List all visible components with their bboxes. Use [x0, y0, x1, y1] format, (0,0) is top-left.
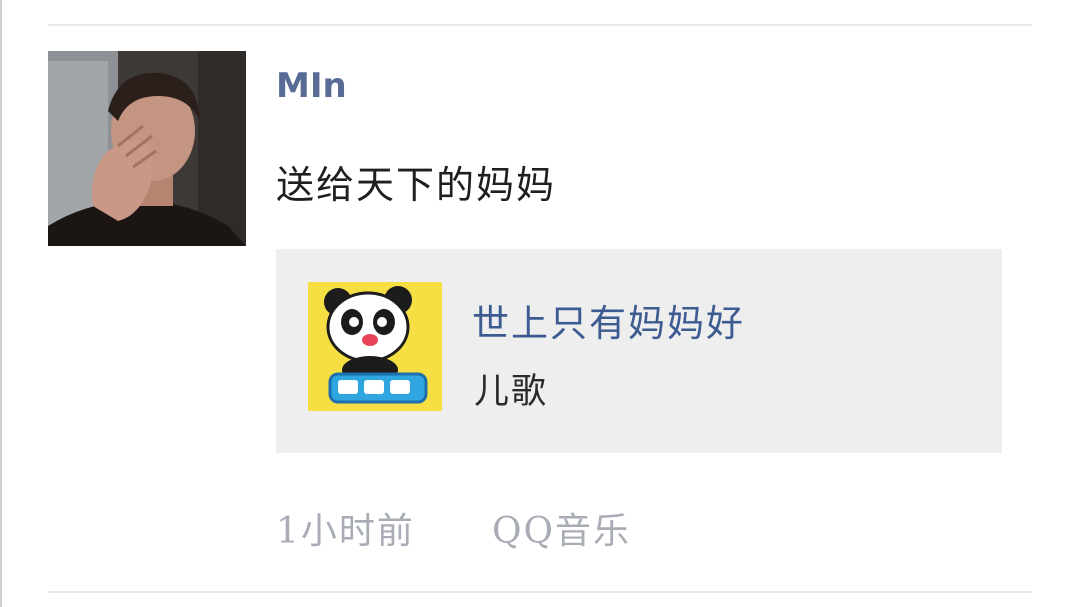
avatar[interactable] — [48, 51, 246, 246]
post-time: 1小时前 — [276, 511, 415, 552]
song-artist: 儿歌 — [474, 372, 549, 412]
top-divider — [48, 24, 1032, 26]
left-edge-border — [0, 0, 2, 607]
music-share-card[interactable]: 世上只有妈妈好 儿歌 — [276, 249, 1002, 453]
post-text: 送给天下的妈妈 — [276, 163, 557, 207]
avatar-photo — [48, 51, 246, 246]
post-author-name[interactable]: MIn — [276, 66, 347, 106]
song-title[interactable]: 世上只有妈妈好 — [472, 293, 745, 347]
album-cover — [308, 282, 442, 411]
panda-cover-icon — [308, 282, 442, 411]
post-source-link[interactable]: QQ音乐 — [492, 502, 631, 554]
bottom-divider — [48, 591, 1032, 593]
moments-post: MIn 送给天下的妈妈 世上只有妈妈好 儿歌 1小时前 QQ音乐 — [0, 0, 1080, 607]
